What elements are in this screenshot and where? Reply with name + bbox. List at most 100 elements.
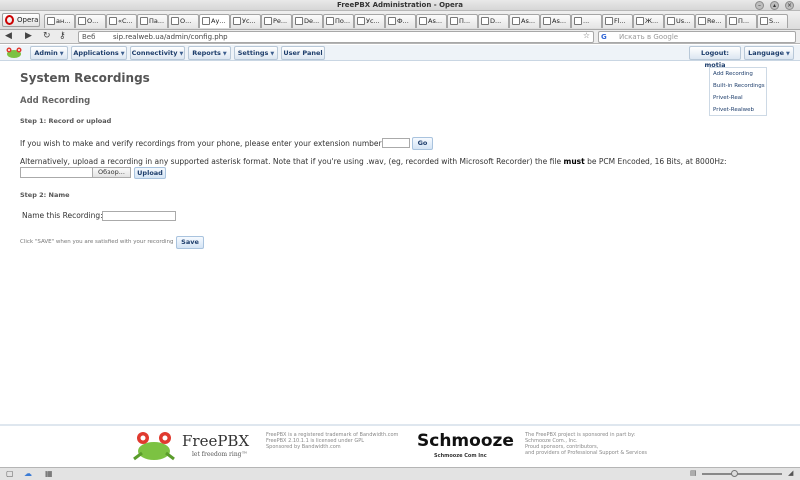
menu-applications-label: Applications	[73, 49, 119, 57]
browser-tab[interactable]: As...	[540, 14, 571, 28]
browser-tab[interactable]: Re...	[695, 14, 726, 28]
browser-tab-label: Ж...	[645, 17, 659, 25]
nav-privet-real[interactable]: Privet-Real	[713, 95, 743, 101]
chevron-down-icon: ▼	[59, 51, 64, 57]
nav-builtin-recordings[interactable]: Built-in Recordings	[713, 83, 765, 89]
key-icon[interactable]: ⚷	[59, 31, 66, 42]
tab-favicon-icon	[419, 17, 427, 25]
search-input[interactable]: G Искать в Google	[598, 31, 796, 43]
go-label: Go	[417, 139, 428, 147]
browser-tab-label: As...	[521, 17, 536, 25]
browser-tab[interactable]: По...	[323, 14, 354, 28]
browser-tab-label: Ус...	[366, 17, 380, 25]
chevron-down-icon: ▼	[222, 51, 227, 57]
nav-privet-realweb[interactable]: Privet-Realweb	[713, 107, 754, 113]
language-menu[interactable]: Language ▼	[744, 46, 794, 60]
browser-tab[interactable]: Ус...	[354, 14, 385, 28]
browser-tab-label: Fl...	[614, 17, 626, 25]
browser-tab[interactable]: Ж...	[633, 14, 664, 28]
close-icon[interactable]: ×	[785, 1, 794, 10]
menu-settings-label: Settings	[237, 49, 269, 57]
browser-tab[interactable]: О...	[168, 14, 199, 28]
browser-tab-label: «С...	[118, 17, 133, 25]
sponsor-line: and providers of Professional Support & …	[525, 450, 647, 456]
chevron-down-icon: ▼	[270, 51, 275, 57]
tab-favicon-icon	[760, 17, 768, 25]
address-url[interactable]: sip.realweb.ua/admin/config.php	[113, 32, 228, 42]
menu-admin-label: Admin	[34, 49, 58, 57]
browser-tab[interactable]: D...	[478, 14, 509, 28]
view-mode-icon[interactable]: ▤	[690, 469, 697, 477]
browser-tab[interactable]: П...	[447, 14, 478, 28]
freepbx-frog-logo-icon[interactable]	[3, 47, 25, 59]
browser-tab[interactable]: Ре...	[261, 14, 292, 28]
minimize-icon[interactable]: –	[755, 1, 764, 10]
tab-favicon-icon	[388, 17, 396, 25]
browser-tab-label: As...	[552, 17, 567, 25]
menu-connectivity[interactable]: Connectivity ▼	[130, 46, 185, 60]
browser-tab[interactable]: «С...	[106, 14, 137, 28]
browse-button[interactable]: Обзор...	[92, 168, 130, 177]
menu-admin[interactable]: Admin ▼	[30, 46, 68, 60]
browser-tab[interactable]: Fl...	[602, 14, 633, 28]
browser-tab[interactable]: Us...	[664, 14, 695, 28]
browser-tab[interactable]: S...	[757, 14, 788, 28]
logout-button[interactable]: Logout: motja	[689, 46, 741, 69]
browser-tab[interactable]: П...	[726, 14, 757, 28]
browser-statusbar: ▢ ☁ ▦ ▤ ◢	[0, 467, 800, 480]
google-icon[interactable]: G	[601, 32, 610, 42]
freepbx-legal: FreePBX is a registered trademark of Ban…	[266, 432, 398, 450]
tab-favicon-icon	[295, 17, 303, 25]
back-icon[interactable]: ◀	[5, 31, 12, 42]
opera-menu-button[interactable]: Opera	[2, 13, 40, 27]
reload-icon[interactable]: ↻	[43, 31, 51, 42]
extension-input[interactable]	[382, 138, 410, 148]
zoom-slider-handle[interactable]	[731, 470, 738, 477]
save-label: Save	[181, 238, 199, 246]
browser-tab[interactable]: ан...	[44, 14, 75, 28]
tab-favicon-icon	[605, 17, 613, 25]
freepbx-frog-logo-icon[interactable]	[128, 429, 180, 463]
address-field[interactable]: Веб sip.realweb.ua/admin/config.php ☆	[78, 31, 594, 43]
upload-button[interactable]: Upload	[134, 167, 166, 179]
step1-heading: Step 1: Record or upload	[20, 117, 112, 125]
maximize-icon[interactable]: ▴	[770, 1, 779, 10]
file-upload-field[interactable]: Обзор...	[20, 167, 131, 178]
browser-tab[interactable]: Ф...	[385, 14, 416, 28]
tab-favicon-icon	[233, 17, 241, 25]
browser-tab[interactable]: О...	[75, 14, 106, 28]
zoom-slider[interactable]	[702, 473, 782, 475]
speed-dial-icon[interactable]: ▦	[45, 469, 53, 478]
browser-tab-label: Ре...	[273, 17, 288, 25]
go-button[interactable]: Go	[412, 137, 433, 150]
star-icon[interactable]: ☆	[583, 31, 590, 41]
browser-tab[interactable]: ...	[571, 14, 602, 28]
nav-add-recording[interactable]: Add Recording	[713, 71, 753, 77]
tab-favicon-icon	[450, 17, 458, 25]
browser-tab[interactable]: Ус...	[230, 14, 261, 28]
schmooze-subtitle: Schmooze Com Inc	[434, 453, 487, 459]
browser-tab[interactable]: As...	[509, 14, 540, 28]
panel-toggle-icon[interactable]: ▢	[6, 469, 14, 478]
address-scheme-label: Веб	[82, 33, 96, 41]
tab-favicon-icon	[171, 17, 179, 25]
menu-settings[interactable]: Settings ▼	[234, 46, 278, 60]
menu-connectivity-label: Connectivity	[131, 49, 178, 57]
phone-record-text: If you wish to make and verify recording…	[20, 139, 404, 148]
menu-user-panel[interactable]: User Panel	[281, 46, 325, 60]
browser-tab-label: П...	[459, 17, 471, 25]
resize-grip-icon[interactable]: ◢	[788, 469, 793, 477]
browser-tab[interactable]: Па...	[137, 14, 168, 28]
browser-tab[interactable]: As...	[416, 14, 447, 28]
save-button[interactable]: Save	[176, 236, 204, 249]
tab-favicon-icon	[357, 17, 365, 25]
browser-tab[interactable]: Ау...	[199, 14, 230, 28]
recording-name-label: Name this Recording:	[22, 211, 103, 220]
forward-icon[interactable]: ▶	[25, 31, 32, 42]
window-titlebar: FreePBX Administration - Opera – ▴ ×	[0, 0, 800, 11]
menu-applications[interactable]: Applications ▼	[71, 46, 127, 60]
opera-unite-icon[interactable]: ☁	[24, 469, 32, 478]
recording-name-input[interactable]	[102, 211, 176, 221]
browser-tab[interactable]: De...	[292, 14, 323, 28]
menu-reports[interactable]: Reports ▼	[188, 46, 231, 60]
